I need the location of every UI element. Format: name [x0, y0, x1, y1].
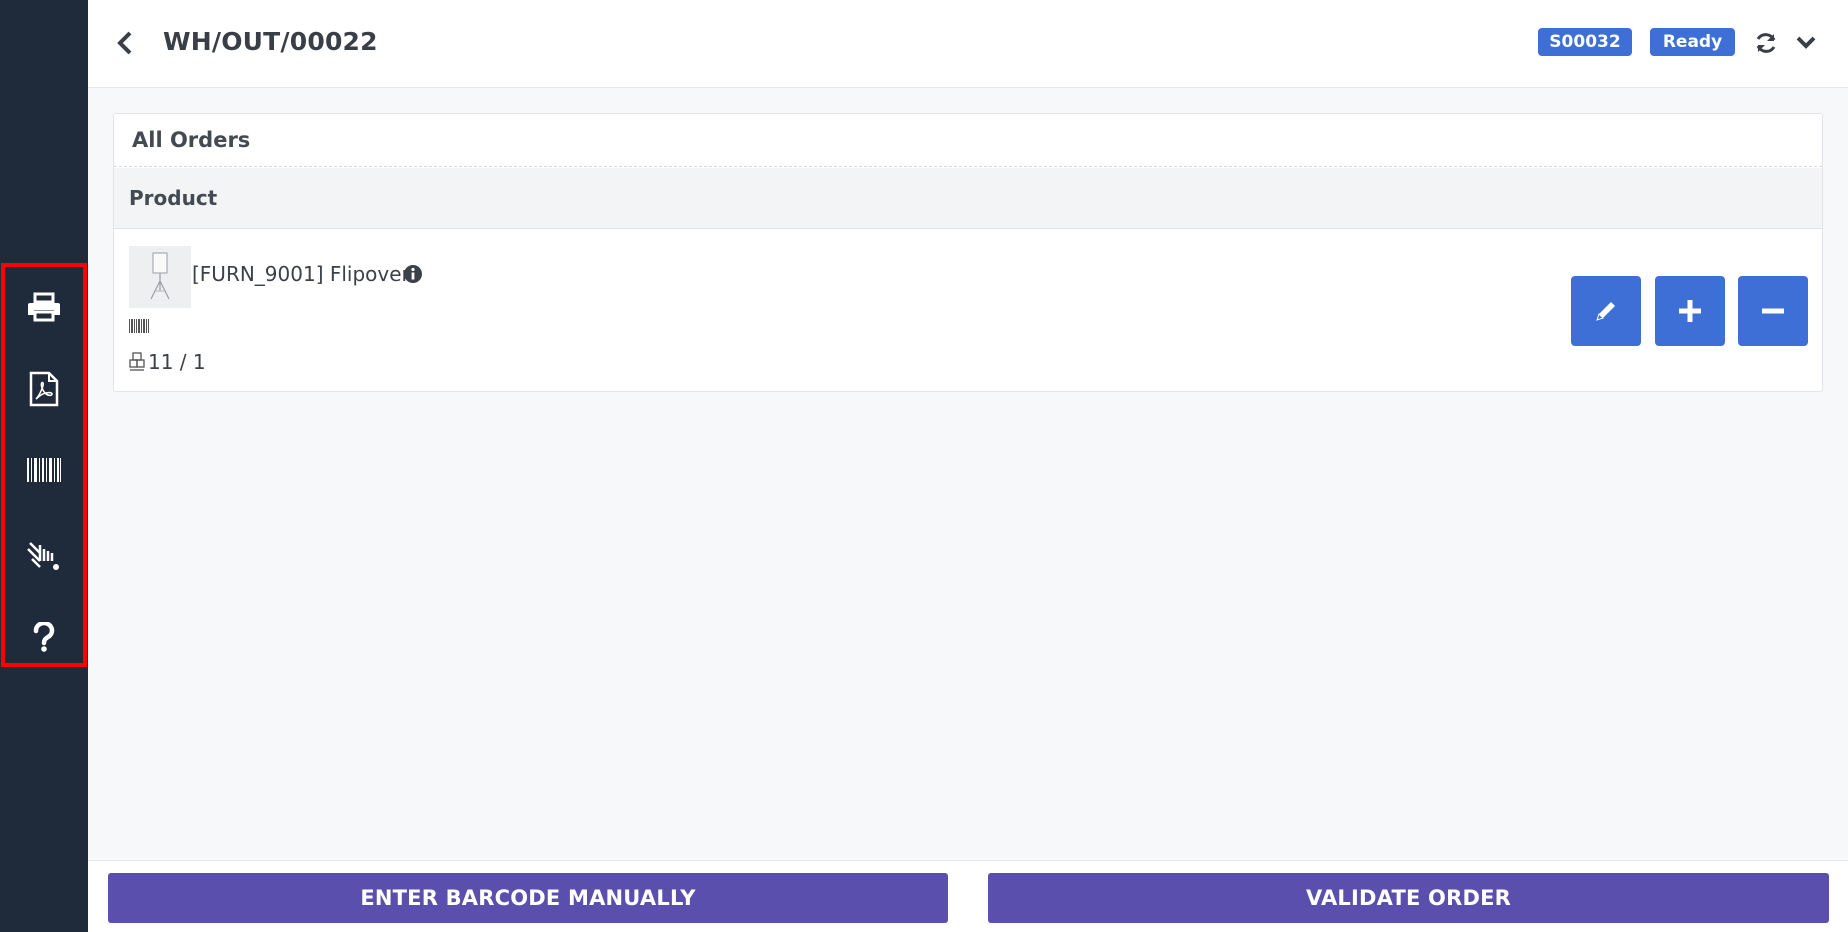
refresh-button[interactable]: [1751, 28, 1781, 58]
scanner-icon: [27, 542, 59, 570]
chevron-down-icon: [1796, 36, 1816, 49]
enter-barcode-manually-button[interactable]: ENTER BARCODE MANUALLY: [108, 873, 948, 923]
info-icon[interactable]: [403, 264, 423, 284]
column-header-label: Product: [129, 186, 218, 210]
barcode-icon: [27, 458, 61, 482]
sidebar: [0, 0, 88, 932]
page-title: WH/OUT/00022: [163, 27, 378, 56]
pdf-button[interactable]: [24, 369, 64, 409]
increase-quantity-button[interactable]: [1655, 276, 1725, 346]
plus-icon: [1679, 300, 1701, 322]
card-divider: [114, 166, 1822, 167]
status-badge: Ready: [1650, 28, 1735, 56]
footer-bar: ENTER BARCODE MANUALLY VALIDATE ORDER: [88, 860, 1848, 932]
edit-button[interactable]: [1571, 276, 1641, 346]
quantity-value: 11 / 1: [148, 350, 206, 374]
product-thumbnail: [129, 246, 191, 308]
refresh-icon: [1756, 33, 1776, 53]
decrease-quantity-button[interactable]: [1738, 276, 1808, 346]
expand-dropdown-button[interactable]: [1791, 28, 1821, 58]
sidebar-tools-group: [1, 263, 87, 667]
barcode-button[interactable]: [24, 450, 64, 490]
pdf-icon: [29, 371, 59, 407]
minus-icon: [1762, 308, 1784, 314]
chevron-left-icon: [117, 31, 132, 55]
flipover-image: [150, 252, 170, 300]
quantity-row: 11 / 1: [129, 350, 206, 374]
product-name: [FURN_9001] Flipover: [192, 262, 410, 286]
order-reference-badge[interactable]: S00032: [1538, 28, 1632, 56]
print-button[interactable]: [24, 287, 64, 327]
top-header: WH/OUT/00022 S00032 Ready: [88, 0, 1848, 88]
product-column-header: Product: [114, 168, 1822, 229]
orders-card: All Orders Product [FURN_9001] Flipover: [113, 113, 1823, 392]
validate-order-button[interactable]: VALIDATE ORDER: [988, 873, 1829, 923]
boxes-icon: [129, 352, 145, 371]
printer-icon: [28, 292, 60, 322]
card-title: All Orders: [132, 128, 251, 152]
product-barcode-icon: [129, 318, 149, 337]
help-button[interactable]: [24, 617, 64, 657]
back-button[interactable]: [110, 26, 140, 60]
question-icon: [33, 622, 55, 652]
pencil-icon: [1596, 302, 1615, 321]
scanner-button[interactable]: [24, 535, 64, 575]
